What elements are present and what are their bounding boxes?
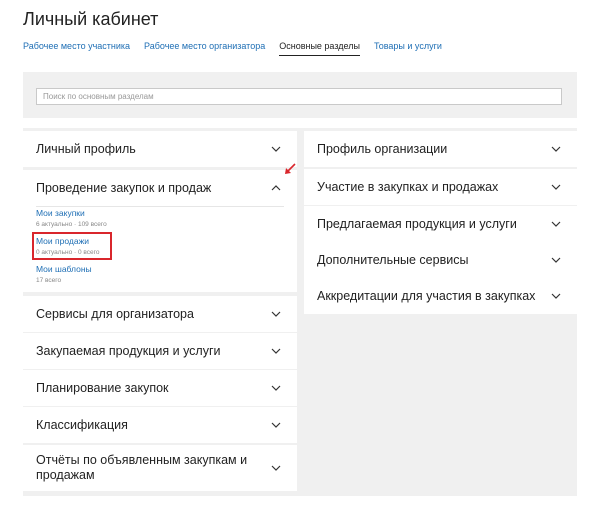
section-header[interactable]: Дополнительные сервисы	[304, 242, 577, 278]
tab-goods-services[interactable]: Товары и услуги	[374, 41, 442, 56]
my-templates-counts: 17 всего	[36, 277, 62, 284]
section-procurement-planning: Планирование закупок	[23, 370, 297, 406]
section-organization-profile: Профиль организации	[304, 131, 577, 167]
chevron-down-icon	[268, 380, 284, 396]
section-title: Аккредитации для участия в закупках	[317, 288, 536, 303]
section-title: Дополнительные сервисы	[317, 252, 469, 267]
section-title: Планирование закупок	[36, 380, 169, 395]
chevron-up-icon	[268, 180, 284, 196]
highlight-box	[32, 232, 112, 260]
search-input[interactable]	[36, 88, 562, 105]
chevron-down-icon	[268, 343, 284, 359]
section-title: Профиль организации	[317, 141, 448, 156]
section-reports: Отчёты по объявленным закупкам и продажа…	[23, 445, 297, 491]
section-accreditations: Аккредитации для участия в закупках	[304, 278, 577, 314]
section-title: Предлагаемая продукция и услуги	[317, 216, 517, 231]
list-item-my-purchases: Мои закупки 6 актуально · 109 всего	[36, 208, 107, 228]
section-header[interactable]: Классификация	[23, 407, 297, 443]
section-header[interactable]: Планирование закупок	[23, 370, 297, 406]
section-purchased-products: Закупаемая продукция и услуги	[23, 333, 297, 369]
section-procurement-sales: Проведение закупок и продаж Мои закупки …	[23, 170, 297, 292]
section-organizer-services: Сервисы для организатора	[23, 296, 297, 332]
section-tabs: Рабочее место участника Рабочее место ор…	[23, 41, 442, 56]
section-header[interactable]: Отчёты по объявленным закупкам и продажа…	[23, 445, 297, 491]
section-title: Отчёты по объявленным закупкам и продажа…	[36, 453, 248, 482]
tab-participant-workplace[interactable]: Рабочее место участника	[23, 41, 130, 56]
chevron-down-icon	[268, 417, 284, 433]
tab-organizer-workplace[interactable]: Рабочее место организатора	[144, 41, 265, 56]
section-header[interactable]: Сервисы для организатора	[23, 296, 297, 332]
section-title: Классификация	[36, 417, 128, 432]
divider	[36, 206, 284, 207]
section-title: Личный профиль	[36, 141, 136, 156]
my-purchases-counts: 6 актуально · 109 всего	[36, 221, 107, 228]
section-additional-services: Дополнительные сервисы	[304, 242, 577, 278]
section-header[interactable]: Участие в закупках и продажах	[304, 169, 577, 205]
section-header[interactable]: Аккредитации для участия в закупках	[304, 278, 577, 314]
chevron-down-icon	[548, 216, 564, 232]
section-header[interactable]: Профиль организации	[304, 131, 577, 167]
chevron-down-icon	[268, 306, 284, 322]
section-offered-products: Предлагаемая продукция и услуги	[304, 206, 577, 242]
section-header[interactable]: Проведение закупок и продаж	[23, 170, 297, 206]
section-participation: Участие в закупках и продажах	[304, 169, 577, 205]
section-title: Сервисы для организатора	[36, 306, 194, 321]
section-header[interactable]: Личный профиль	[23, 131, 297, 167]
list-item-my-templates: Мои шаблоны 17 всего	[36, 264, 92, 284]
tab-main-sections[interactable]: Основные разделы	[279, 41, 360, 56]
my-templates-link[interactable]: Мои шаблоны	[36, 264, 92, 274]
section-personal-profile: Личный профиль	[23, 131, 297, 167]
my-purchases-link[interactable]: Мои закупки	[36, 208, 107, 218]
chevron-down-icon	[268, 460, 284, 476]
section-header[interactable]: Предлагаемая продукция и услуги	[304, 206, 577, 242]
section-title: Закупаемая продукция и услуги	[36, 343, 221, 358]
chevron-down-icon	[268, 141, 284, 157]
section-header[interactable]: Закупаемая продукция и услуги	[23, 333, 297, 369]
section-title: Проведение закупок и продаж	[36, 180, 212, 195]
arrow-icon	[285, 163, 296, 174]
chevron-down-icon	[548, 252, 564, 268]
page-title: Личный кабинет	[23, 9, 159, 29]
chevron-down-icon	[548, 179, 564, 195]
section-title: Участие в закупках и продажах	[317, 179, 499, 194]
search-panel	[23, 72, 577, 118]
chevron-down-icon	[548, 288, 564, 304]
section-classification: Классификация	[23, 407, 297, 443]
chevron-down-icon	[548, 141, 564, 157]
